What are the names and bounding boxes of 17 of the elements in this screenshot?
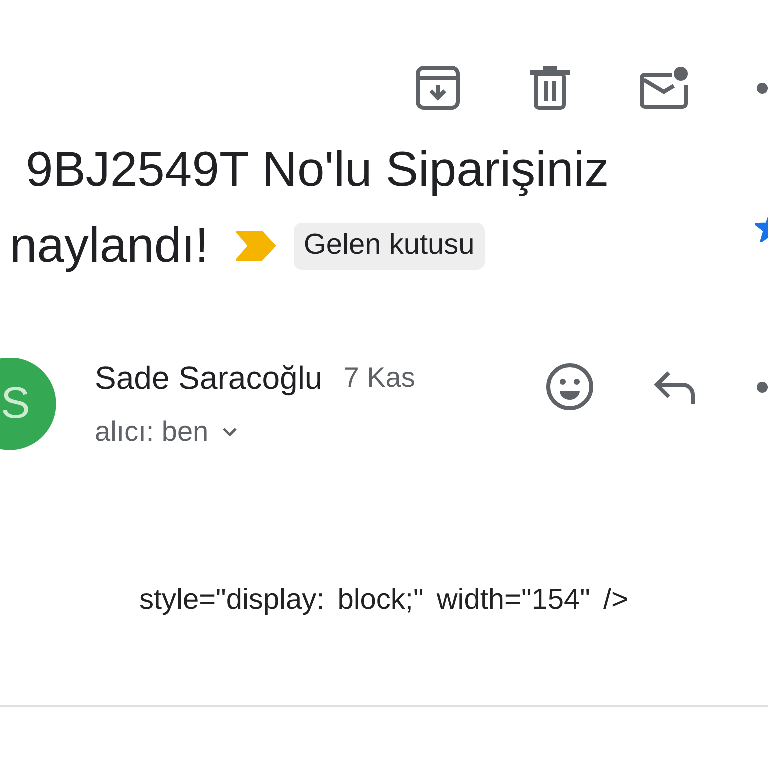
reply-icon[interactable] (653, 370, 697, 404)
subject-line: 9BJ2549T No'lu Siparişiniz (26, 146, 610, 194)
avatar: S (0, 358, 56, 450)
more-icon[interactable] (757, 82, 768, 94)
inbox-label: Gelen kutusu (294, 222, 485, 270)
chevron-down-icon (222, 426, 238, 438)
trash-icon[interactable] (530, 66, 570, 110)
subject-line: naylandı! (10, 222, 209, 270)
smiley-icon[interactable] (546, 363, 594, 411)
message-date: 7 Kas (344, 364, 416, 392)
archive-icon[interactable] (416, 66, 460, 110)
body-text: style="display: block;" width="154" /> (139, 586, 628, 614)
sender-name: Sade Saracoğlu (95, 362, 323, 394)
importance-marker-icon[interactable] (236, 231, 276, 261)
more-icon[interactable] (757, 382, 768, 392)
recipients-button[interactable]: alıcı: ben (95, 412, 238, 452)
mail-icon[interactable] (640, 67, 688, 109)
